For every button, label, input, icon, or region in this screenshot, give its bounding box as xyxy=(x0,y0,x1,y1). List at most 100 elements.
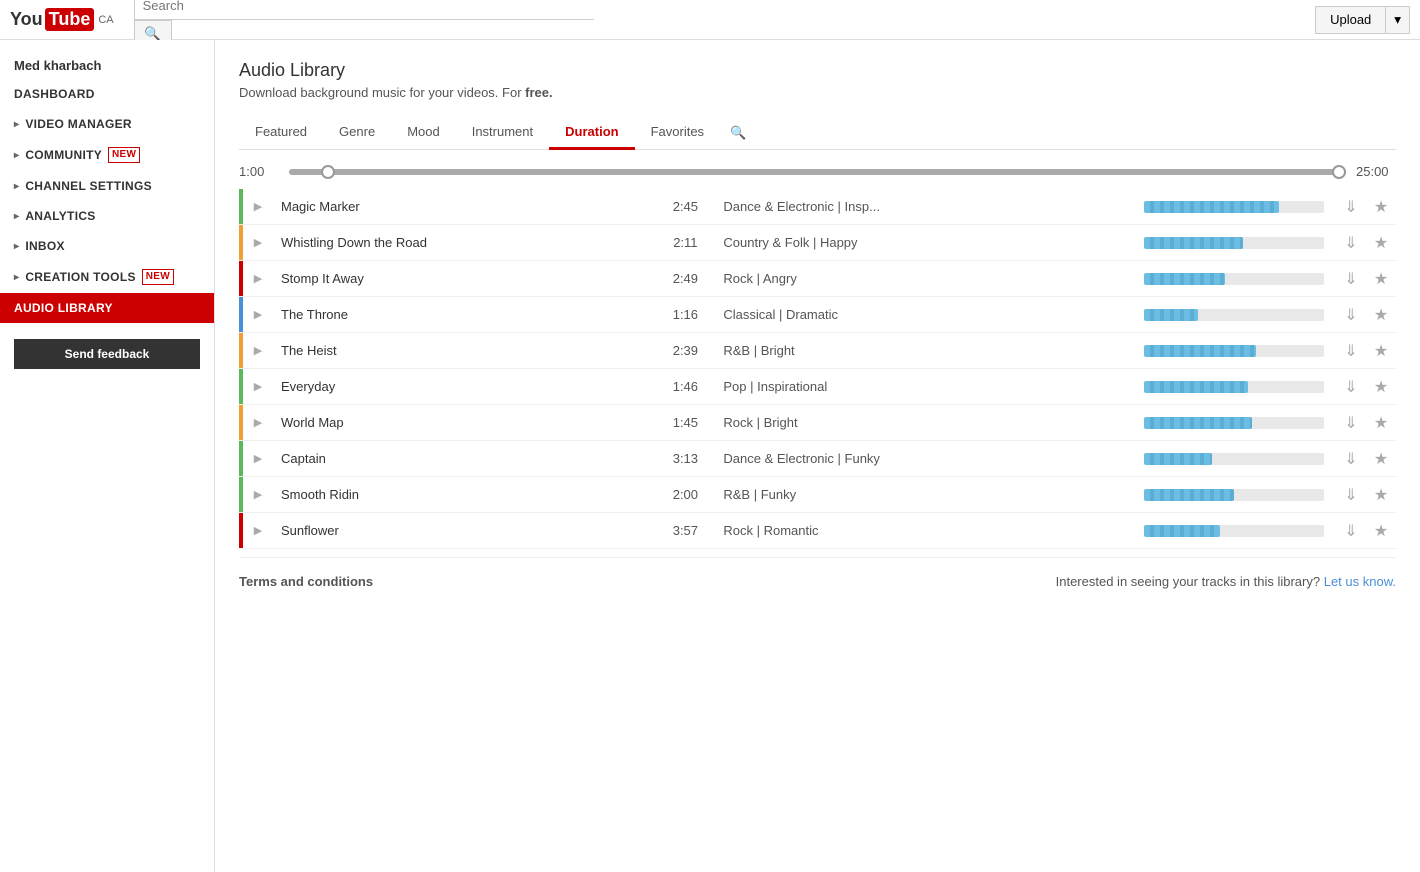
track-name: Whistling Down the Road xyxy=(273,225,655,261)
track-duration-fill xyxy=(1144,273,1225,285)
slider-left-label: 1:00 xyxy=(239,164,279,179)
sidebar-item-analytics[interactable]: ▸ ANALYTICS xyxy=(0,201,214,231)
track-name: The Heist xyxy=(273,333,655,369)
play-button[interactable]: ▶ xyxy=(243,261,273,297)
play-button[interactable]: ▶ xyxy=(243,333,273,369)
download-button[interactable]: ⇓ xyxy=(1336,477,1366,513)
track-name: Everyday xyxy=(273,369,655,405)
upload-button[interactable]: Upload xyxy=(1315,6,1386,34)
send-feedback-button[interactable]: Send feedback xyxy=(14,339,200,369)
slider-right-label: 25:00 xyxy=(1356,164,1396,179)
favorite-button[interactable]: ★ xyxy=(1366,225,1396,261)
favorite-button[interactable]: ★ xyxy=(1366,261,1396,297)
footer-right: Interested in seeing your tracks in this… xyxy=(1056,574,1396,589)
chevron-icon: ▸ xyxy=(14,241,19,252)
sidebar-item-inbox[interactable]: ▸ INBOX xyxy=(0,231,214,261)
table-row: ▶ Stomp It Away 2:49 Rock | Angry ⇓ ★ xyxy=(239,261,1396,297)
sidebar-item-creation-tools[interactable]: ▸ CREATION TOOLS NEW xyxy=(0,261,214,293)
chevron-icon: ▸ xyxy=(14,150,19,161)
audio-library-label: Audio Library xyxy=(14,301,113,315)
download-button[interactable]: ⇓ xyxy=(1336,261,1366,297)
track-duration: 2:00 xyxy=(655,477,715,513)
favorite-button[interactable]: ★ xyxy=(1366,513,1396,549)
track-duration-bar xyxy=(1144,489,1324,501)
table-row: ▶ Captain 3:13 Dance & Electronic | Funk… xyxy=(239,441,1396,477)
tabs-bar: Featured Genre Mood Instrument Duration … xyxy=(239,116,1396,150)
track-duration: 1:45 xyxy=(655,405,715,441)
track-bar-cell xyxy=(1136,333,1336,369)
favorite-button[interactable]: ★ xyxy=(1366,441,1396,477)
track-table: ▶ Magic Marker 2:45 Dance & Electronic |… xyxy=(239,189,1396,549)
favorite-button[interactable]: ★ xyxy=(1366,333,1396,369)
track-duration-fill xyxy=(1144,489,1234,501)
track-genre: R&B | Funky xyxy=(715,477,1136,513)
favorite-button[interactable]: ★ xyxy=(1366,477,1396,513)
play-button[interactable]: ▶ xyxy=(243,513,273,549)
favorite-button[interactable]: ★ xyxy=(1366,189,1396,225)
tab-mood[interactable]: Mood xyxy=(391,116,456,150)
table-row: ▶ Whistling Down the Road 2:11 Country &… xyxy=(239,225,1396,261)
track-genre: Classical | Dramatic xyxy=(715,297,1136,333)
download-button[interactable]: ⇓ xyxy=(1336,405,1366,441)
play-button[interactable]: ▶ xyxy=(243,225,273,261)
sidebar-item-channel-settings[interactable]: ▸ CHANNEL SETTINGS xyxy=(0,171,214,201)
download-button[interactable]: ⇓ xyxy=(1336,333,1366,369)
upload-group: Upload ▾ xyxy=(1315,6,1410,34)
download-button[interactable]: ⇓ xyxy=(1336,441,1366,477)
search-input[interactable] xyxy=(134,0,594,20)
terms-link[interactable]: Terms and conditions xyxy=(239,574,373,589)
tab-genre[interactable]: Genre xyxy=(323,116,391,150)
tab-duration[interactable]: Duration xyxy=(549,116,634,150)
chevron-icon: ▸ xyxy=(14,181,19,192)
download-button[interactable]: ⇓ xyxy=(1336,513,1366,549)
download-button[interactable]: ⇓ xyxy=(1336,297,1366,333)
creation-tools-label: CREATION TOOLS xyxy=(25,270,135,284)
tab-featured[interactable]: Featured xyxy=(239,116,323,150)
play-button[interactable]: ▶ xyxy=(243,441,273,477)
page-footer: Terms and conditions Interested in seein… xyxy=(239,557,1396,597)
sidebar-item-dashboard[interactable]: DASHBOARD xyxy=(0,79,214,109)
tab-instrument[interactable]: Instrument xyxy=(456,116,549,150)
track-bar-cell xyxy=(1136,441,1336,477)
download-button[interactable]: ⇓ xyxy=(1336,369,1366,405)
let-us-know-link[interactable]: Let us know. xyxy=(1324,574,1396,589)
track-duration-fill xyxy=(1144,345,1256,357)
track-genre: Dance & Electronic | Insp... xyxy=(715,189,1136,225)
play-button[interactable]: ▶ xyxy=(243,297,273,333)
slider-thumb-right[interactable] xyxy=(1332,165,1346,179)
track-duration-bar xyxy=(1144,381,1324,393)
content-area: Audio Library Download background music … xyxy=(215,40,1420,872)
sidebar-item-audio-library[interactable]: Audio Library xyxy=(0,293,214,323)
track-duration-bar xyxy=(1144,525,1324,537)
favorite-button[interactable]: ★ xyxy=(1366,405,1396,441)
track-duration-fill xyxy=(1144,381,1248,393)
download-button[interactable]: ⇓ xyxy=(1336,189,1366,225)
play-button[interactable]: ▶ xyxy=(243,405,273,441)
track-name: World Map xyxy=(273,405,655,441)
track-name: Magic Marker xyxy=(273,189,655,225)
sidebar-item-community[interactable]: ▸ COMMUNITY NEW xyxy=(0,139,214,171)
upload-dropdown-button[interactable]: ▾ xyxy=(1386,6,1410,34)
logo: YouTubeCA xyxy=(10,8,114,31)
tab-favorites[interactable]: Favorites xyxy=(635,116,720,150)
track-name: Smooth Ridin xyxy=(273,477,655,513)
download-button[interactable]: ⇓ xyxy=(1336,225,1366,261)
logo-ca: CA xyxy=(98,14,113,26)
track-genre: Country & Folk | Happy xyxy=(715,225,1136,261)
play-button[interactable]: ▶ xyxy=(243,189,273,225)
track-duration-bar xyxy=(1144,201,1324,213)
track-duration-fill xyxy=(1144,237,1243,249)
slider-thumb-left[interactable] xyxy=(321,165,335,179)
analytics-label: ANALYTICS xyxy=(25,209,95,223)
favorite-button[interactable]: ★ xyxy=(1366,297,1396,333)
interested-text: Interested in seeing your tracks in this… xyxy=(1056,574,1320,589)
favorite-button[interactable]: ★ xyxy=(1366,369,1396,405)
duration-slider-track[interactable] xyxy=(289,169,1346,175)
track-name: Stomp It Away xyxy=(273,261,655,297)
sidebar-item-video-manager[interactable]: ▸ VIDEO MANAGER xyxy=(0,109,214,139)
play-button[interactable]: ▶ xyxy=(243,477,273,513)
track-duration: 1:46 xyxy=(655,369,715,405)
play-button[interactable]: ▶ xyxy=(243,369,273,405)
tab-search-icon[interactable]: 🔍 xyxy=(720,117,756,149)
table-row: ▶ Everyday 1:46 Pop | Inspirational ⇓ ★ xyxy=(239,369,1396,405)
